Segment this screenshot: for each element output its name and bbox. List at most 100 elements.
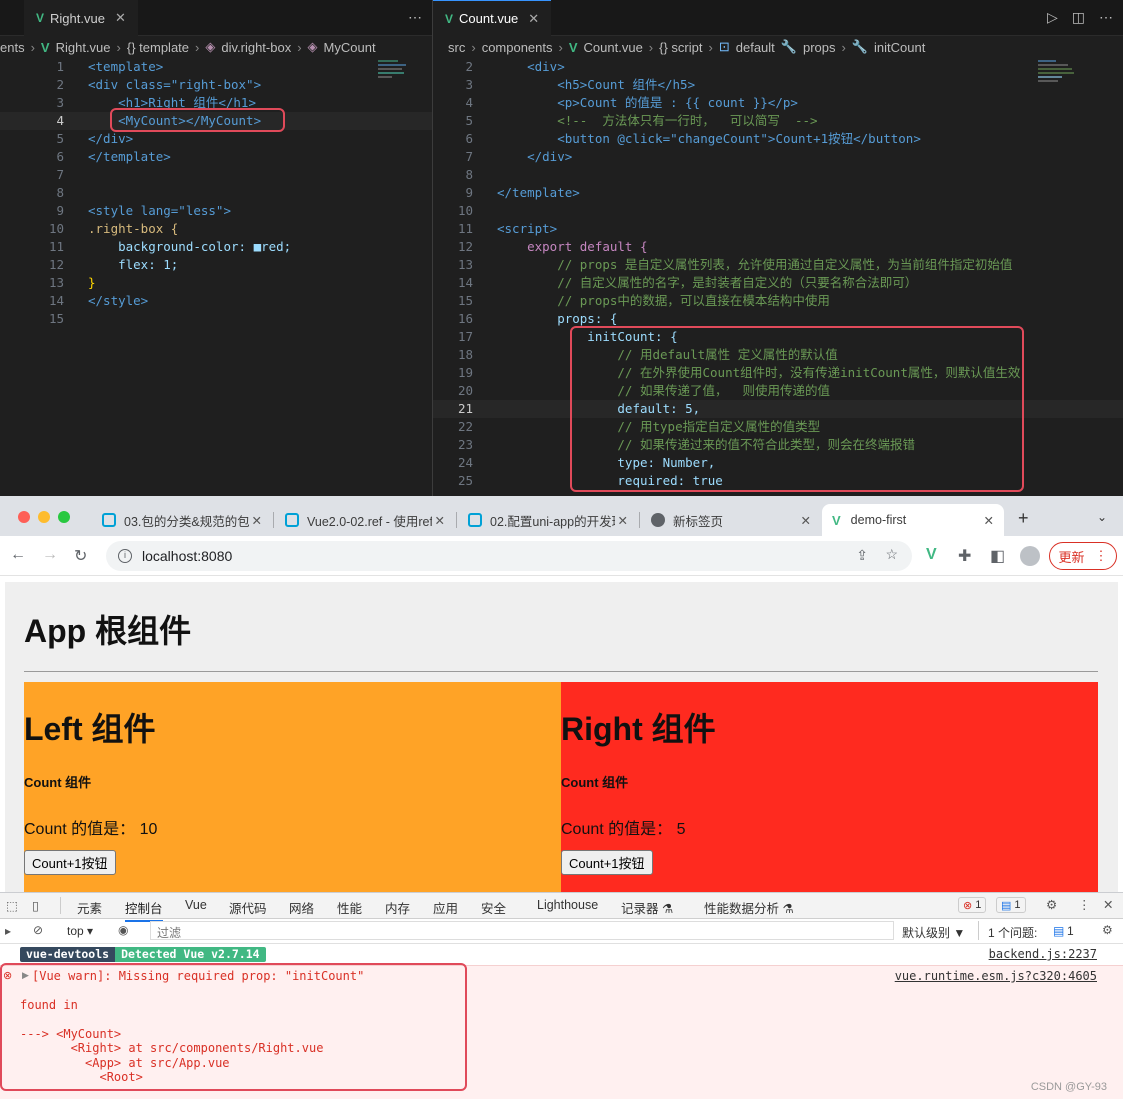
issues-label[interactable]: 1 个问题: (988, 924, 1037, 941)
clear-console-icon[interactable]: ⊘ (33, 923, 43, 937)
log-level-select[interactable]: 默认级别 ▼ (902, 924, 965, 941)
breadcrumb-item[interactable]: ents (0, 40, 25, 55)
breadcrumb-item[interactable]: {} template (127, 40, 189, 55)
star-icon[interactable]: ☆ (885, 546, 898, 563)
code-line[interactable]: 7 </div> (433, 148, 1123, 166)
error-count-badge[interactable]: ⊗ 1 (958, 897, 987, 913)
gear-icon[interactable]: ⚙ (1046, 897, 1057, 912)
forward-icon[interactable]: → (42, 546, 58, 564)
code-line[interactable]: 15 (0, 310, 432, 328)
code-line[interactable]: 9 </template> (433, 184, 1123, 202)
close-icon[interactable]: ✕ (435, 513, 445, 528)
more-actions-icon[interactable]: ⋯ (408, 9, 422, 26)
code-line[interactable]: 15 // props中的数据，可以直接在模本结构中使用 (433, 292, 1123, 310)
extensions-icon[interactable]: ✚ (958, 546, 971, 566)
code-line[interactable]: 11 <script> (433, 220, 1123, 238)
code-line[interactable]: 2 <div> (433, 58, 1123, 76)
code-line[interactable]: 14 // 自定义属性的名字，是封装者自定义的（只要名称合法即可） (433, 274, 1123, 292)
tab-performance-insights[interactable]: 性能数据分析 ⚗ (704, 898, 794, 917)
close-icon[interactable]: ✕ (1103, 897, 1113, 912)
breadcrumb-item[interactable]: Count.vue (584, 40, 643, 55)
device-toolbar-icon[interactable]: ▯ (32, 898, 39, 913)
chevron-down-icon[interactable]: ⌄ (1097, 510, 1107, 524)
close-icon[interactable]: ✕ (115, 10, 126, 26)
code-line[interactable]: 14 </style> (0, 292, 432, 310)
console-settings-icon[interactable]: ⚙ (1102, 923, 1113, 937)
breadcrumb-item[interactable]: {} script (659, 40, 702, 55)
code-line[interactable]: 10 .right-box { (0, 220, 432, 238)
filter-input[interactable]: 过滤 (150, 921, 894, 940)
address-bar[interactable]: i localhost:8080 ⇪ ☆ (106, 541, 912, 571)
browser-tab[interactable]: 02.配置uni-app的开发环境 ✕ (458, 504, 638, 536)
code-line[interactable]: 6 </template> (0, 148, 432, 166)
code-line[interactable]: 6 <button @click="changeCount">Count+1按钮… (433, 130, 1123, 148)
browser-tab[interactable]: 03.包的分类&规范的包结构 ✕ (92, 504, 272, 536)
code-line[interactable]: 9 <style lang="less"> (0, 202, 432, 220)
tab-lighthouse[interactable]: Lighthouse (537, 898, 598, 912)
breadcrumb-item[interactable]: div.right-box (221, 40, 291, 55)
more-actions-icon[interactable]: ⋯ (1099, 9, 1113, 26)
breadcrumb-item[interactable]: default (736, 40, 775, 55)
split-editor-icon[interactable]: ◫ (1072, 9, 1085, 26)
close-icon[interactable]: ✕ (984, 513, 994, 528)
inspect-icon[interactable]: ⬚ (6, 898, 18, 913)
update-button[interactable]: 更新 ⋮ (1049, 542, 1117, 570)
breadcrumb-item[interactable]: props (803, 40, 836, 55)
code-line[interactable]: 1 <template> (0, 58, 432, 76)
minimap[interactable] (1038, 58, 1078, 118)
tab-security[interactable]: 安全 (481, 898, 506, 917)
eye-icon[interactable]: ◉ (118, 923, 128, 937)
browser-tab-active[interactable]: V demo-first ✕ (822, 504, 1004, 536)
count-plus-button[interactable]: Count+1按钮 (561, 850, 653, 875)
browser-tab[interactable]: 新标签页 ✕ (641, 504, 821, 536)
more-menu-icon[interactable]: ⋮ (1095, 548, 1108, 564)
browser-tab[interactable]: Vue2.0-02.ref - 使用ref引用DOM ✕ (275, 504, 455, 536)
code-line[interactable]: 13} (0, 274, 432, 292)
breadcrumb-item[interactable]: src (448, 40, 465, 55)
minimize-window-button[interactable] (38, 511, 50, 523)
close-icon[interactable]: ✕ (252, 513, 262, 528)
side-panel-icon[interactable]: ◧ (990, 546, 1005, 566)
tab-network[interactable]: 网络 (289, 898, 314, 917)
tab-sources[interactable]: 源代码 (229, 898, 267, 917)
run-icon[interactable]: ▷ (1047, 9, 1058, 26)
close-icon[interactable]: ✕ (528, 11, 539, 27)
avatar[interactable] (1020, 546, 1040, 566)
close-window-button[interactable] (18, 511, 30, 523)
code-line[interactable]: 2 <div class="right-box"> (0, 76, 432, 94)
more-menu-icon[interactable]: ⋮ (1078, 897, 1091, 912)
code-line[interactable]: 12 export default { (433, 238, 1123, 256)
code-line[interactable]: 8 (433, 166, 1123, 184)
breadcrumb-item[interactable]: initCount (874, 40, 925, 55)
info-icon[interactable]: i (118, 549, 132, 563)
code-line[interactable]: 5 </div> (0, 130, 432, 148)
backend-source-link[interactable]: backend.js:2237 (989, 947, 1097, 961)
code-line[interactable]: 5 <!-- 方法体只有一行时， 可以简写 --> (433, 112, 1123, 130)
tab-vue[interactable]: Vue (185, 898, 207, 912)
code-line[interactable]: 7 (0, 166, 432, 184)
maximize-window-button[interactable] (58, 511, 70, 523)
sidebar-toggle-icon[interactable]: ▸ (5, 924, 11, 938)
minimap[interactable] (378, 58, 418, 118)
warn-source-link[interactable]: vue.runtime.esm.js?c320:4605 (895, 969, 1097, 983)
tab-count-vue[interactable]: V Count.vue ✕ (433, 0, 552, 36)
tab-right-vue[interactable]: V Right.vue ✕ (24, 0, 138, 36)
close-icon[interactable]: ✕ (618, 513, 628, 528)
code-line[interactable]: 11 background-color: ■red; (0, 238, 432, 256)
vue-devtools-icon[interactable]: V (926, 546, 937, 564)
close-icon[interactable]: ✕ (801, 513, 811, 528)
tab-application[interactable]: 应用 (433, 898, 458, 917)
context-select[interactable]: top ▾ (67, 924, 93, 938)
code-line[interactable]: 8 (0, 184, 432, 202)
breadcrumb-item[interactable]: components (482, 40, 553, 55)
breadcrumb-item[interactable]: MyCount (324, 40, 376, 55)
code-line[interactable]: 3 <h5>Count 组件</h5> (433, 76, 1123, 94)
tab-elements[interactable]: 元素 (77, 898, 102, 917)
tab-performance[interactable]: 性能 (337, 898, 362, 917)
back-icon[interactable]: ← (10, 546, 26, 564)
message-count-badge[interactable]: ▤ 1 (996, 897, 1026, 913)
count-plus-button[interactable]: Count+1按钮 (24, 850, 116, 875)
code-line[interactable]: 12 flex: 1; (0, 256, 432, 274)
new-tab-icon[interactable]: + (1018, 508, 1029, 529)
code-line[interactable]: 10 (433, 202, 1123, 220)
